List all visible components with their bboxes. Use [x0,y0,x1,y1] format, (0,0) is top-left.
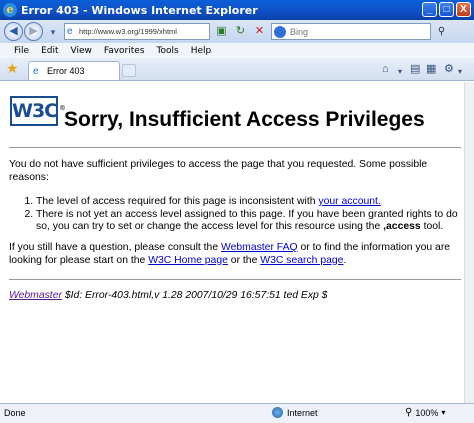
stop-icon[interactable]: ✕ [252,24,267,39]
menu-help[interactable]: Help [191,46,212,56]
divider [9,279,461,280]
home-icon[interactable]: ⌂ [382,62,389,77]
favorites-star-icon[interactable]: ★ [6,61,20,76]
help-paragraph: If you still have a question, please con… [9,242,451,266]
divider [9,147,461,148]
home-dropdown-icon[interactable]: ▾ [398,64,402,79]
zone-label: Internet [287,407,318,418]
title-bar: e Error 403 - Windows Internet Explorer … [0,0,474,20]
new-tab-button[interactable] [122,64,136,77]
tab-page-icon: e [33,65,39,77]
list-item: The level of access required for this pa… [36,196,461,209]
print-icon[interactable]: ▦ [426,62,436,77]
window-title: Error 403 - Windows Internet Explorer [21,3,258,17]
status-bar: Done Internet ⚲ 100% ▾ [0,403,474,423]
reasons-list: The level of access required for this pa… [9,196,461,234]
tab-bar: ★ e Error 403 ⌂ ▾ ▤ ▦ ⚙ ▾ [0,58,474,81]
revision-id: $Id: Error-403.html,v 1.28 2007/10/29 16… [61,290,328,301]
search-input[interactable] [290,26,425,37]
menu-view[interactable]: View [71,46,92,56]
recent-pages-dropdown-icon[interactable]: ▾ [46,25,60,39]
address-bar[interactable]: e [64,23,210,40]
menu-edit[interactable]: Edit [41,46,58,56]
w3c-logo-text: W3C [12,100,58,122]
webmaster-link[interactable]: Webmaster [9,290,62,301]
page-title: Sorry, Insufficient Access Privileges [64,108,425,131]
tab-label: Error 403 [47,66,85,76]
status-text: Done [4,408,26,418]
zoom-level: 100% [415,407,439,418]
menu-bar: File Edit View Favorites Tools Help [0,43,474,58]
ie-logo-icon: e [3,3,17,17]
compatibility-view-icon[interactable]: ▣ [214,24,229,39]
access-tool-name: ,access [383,221,421,232]
globe-icon [272,407,283,418]
maximize-button[interactable]: □ [439,2,454,17]
refresh-icon[interactable]: ↻ [233,24,248,39]
search-box[interactable] [271,23,431,40]
address-input[interactable] [79,24,207,39]
zoom-control[interactable]: ⚲ 100% ▾ [405,407,445,418]
security-zone[interactable]: Internet [272,407,318,418]
menu-tools[interactable]: Tools [157,46,179,56]
back-button[interactable]: ◀ [4,22,23,41]
bing-icon [274,25,286,38]
page-icon: e [67,25,73,37]
close-button[interactable]: X [456,2,471,17]
footer: Webmaster $Id: Error-403.html,v 1.28 200… [9,290,327,301]
w3c-logo[interactable]: W3C ® [10,96,66,126]
your-account-link[interactable]: your account. [318,196,380,207]
navigation-bar: ◀ ▶ ▾ e ▣ ↻ ✕ ⚲ [0,20,474,43]
vertical-scrollbar[interactable] [464,82,474,403]
window-controls: _ □ X [422,2,471,17]
webmaster-faq-link[interactable]: Webmaster FAQ [221,242,298,253]
intro-paragraph: You do not have sufficient privileges to… [9,159,428,183]
menu-file[interactable]: File [14,46,29,56]
tab-error-403[interactable]: e Error 403 [28,61,120,80]
page-content: W3C ® Sorry, Insufficient Access Privile… [0,82,464,403]
tools-gear-icon[interactable]: ⚙ [444,62,454,77]
forward-button[interactable]: ▶ [24,22,43,41]
search-icon[interactable]: ⚲ [434,24,449,39]
list-item: There is not yet an access level assigne… [36,209,461,234]
w3c-search-link[interactable]: W3C search page [260,255,343,266]
minimize-button[interactable]: _ [422,2,437,17]
tools-dropdown-icon[interactable]: ▾ [458,64,462,79]
zoom-icon: ⚲ [405,407,413,418]
menu-favorites[interactable]: Favorites [104,46,145,56]
w3c-home-link[interactable]: W3C Home page [148,255,228,266]
feeds-icon[interactable]: ▤ [410,62,420,77]
zoom-dropdown-icon[interactable]: ▾ [441,408,445,417]
